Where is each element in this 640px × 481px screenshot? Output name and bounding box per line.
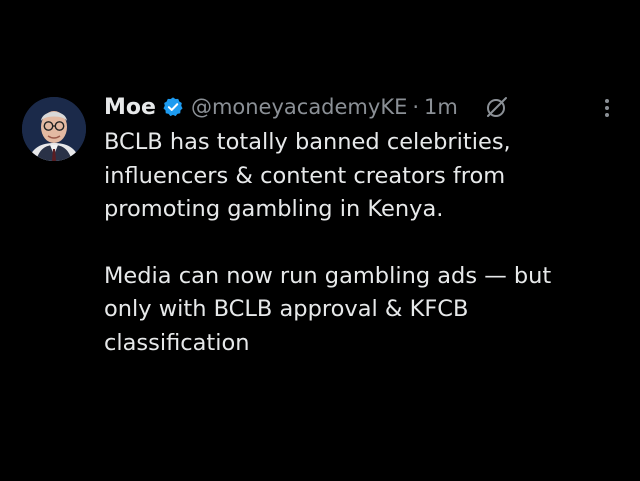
more-options-icon[interactable] (598, 96, 616, 120)
grok-icon[interactable] (484, 94, 510, 120)
author-name[interactable]: Moe (104, 95, 156, 120)
timestamp[interactable]: 1m (424, 95, 458, 119)
avatar[interactable] (22, 97, 86, 161)
tweet[interactable]: Moe @moneyacademyKE · 1m BCLB has totall… (0, 0, 640, 481)
tweet-header: Moe @moneyacademyKE · 1m (104, 88, 614, 126)
tweet-line: influencers & content creators from (104, 162, 506, 189)
tweet-paragraph: Media can now run gambling ads — but onl… (104, 260, 614, 361)
tweet-line: only with BCLB approval & KFCB (104, 296, 469, 322)
tweet-line: classification (104, 329, 250, 356)
tweet-content: Moe @moneyacademyKE · 1m BCLB has totall… (104, 88, 614, 360)
avatar-portrait-icon (22, 97, 86, 161)
author-handle[interactable]: @moneyacademyKE (191, 95, 407, 119)
separator-dot: · (412, 95, 420, 119)
tweet-line: promoting gambling in Kenya. (104, 196, 444, 222)
tweet-line: Media can now run gambling ads — but (104, 262, 552, 289)
tweet-text: BCLB has totally banned celebrities, inf… (104, 126, 614, 360)
tweet-paragraph: BCLB has totally banned celebrities, inf… (104, 126, 614, 227)
tweet-line: BCLB has totally banned celebrities, (104, 129, 511, 155)
verified-badge-icon (162, 96, 184, 118)
